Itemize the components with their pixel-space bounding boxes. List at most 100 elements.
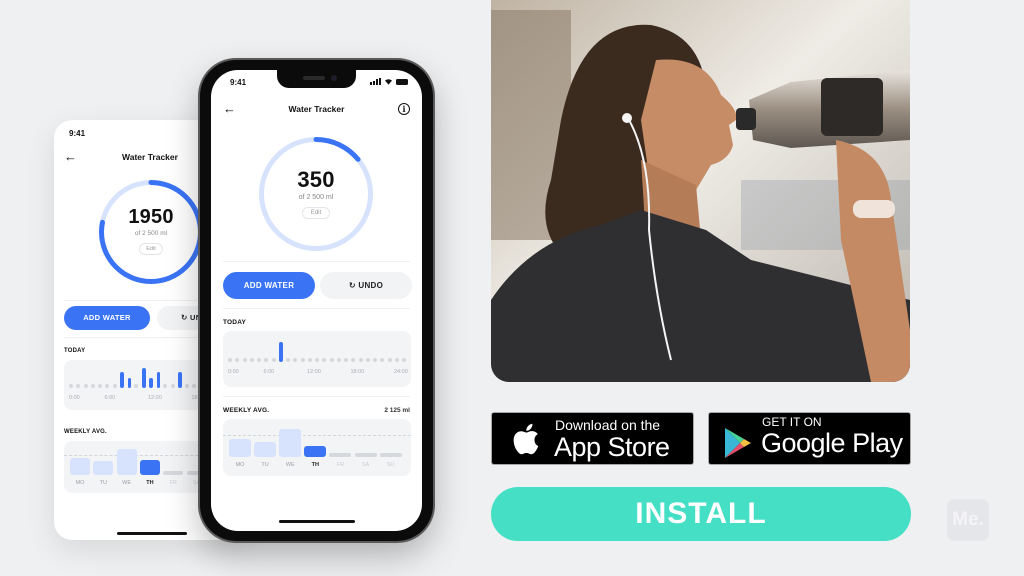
- hour-dot: [293, 358, 298, 362]
- average-line: [223, 434, 411, 436]
- screen-title: Water Tracker: [288, 104, 345, 114]
- add-water-button[interactable]: ADD WATER: [223, 272, 315, 299]
- progress-ring: 350 of 2 500 ml Edit: [259, 137, 373, 251]
- hour-tick-label: 12:00: [148, 395, 162, 401]
- divider: [223, 261, 410, 262]
- hour-dot: [242, 358, 247, 362]
- install-button[interactable]: INSTALL: [491, 487, 911, 541]
- camera-icon: [331, 75, 337, 81]
- brand-logo: Me.: [947, 499, 989, 541]
- hour-tick-label: 0:00: [69, 395, 80, 401]
- hour-bar: [127, 378, 131, 388]
- goal-label: of 2 500 ml: [134, 230, 168, 237]
- weekday-label: WE: [122, 480, 132, 486]
- hour-dot: [228, 358, 232, 362]
- hour-bar: [142, 368, 146, 388]
- info-icon[interactable]: i: [398, 103, 410, 115]
- home-indicator: [279, 520, 355, 523]
- hour-tick-label: 0:00: [228, 369, 239, 375]
- google-play-big-text: Google Play: [761, 428, 903, 458]
- weekly-label: WEEKLY AVG.: [64, 429, 107, 435]
- hour-dot: [365, 358, 370, 362]
- hour-dot: [69, 384, 73, 388]
- hour-dot: [351, 358, 356, 362]
- weekday-label: MO: [75, 480, 85, 486]
- weekly-label: WEEKLY AVG.: [223, 407, 270, 414]
- hour-dot: [264, 358, 269, 362]
- weekday-label: SU: [386, 462, 395, 468]
- weekday-label: FR: [169, 480, 177, 486]
- hour-dot: [387, 358, 392, 362]
- woman-drinking-water-image: [491, 0, 910, 382]
- weekday-bar: [279, 428, 302, 457]
- hour-dot: [322, 358, 327, 362]
- status-time: 9:41: [69, 129, 86, 138]
- edit-button[interactable]: Edit: [301, 207, 331, 219]
- hour-dot: [358, 358, 363, 362]
- phone-mockup-front: 9:41 ← Water Tracker i 350 of 2 500 ml E…: [200, 60, 433, 541]
- phone-screen: 9:41 ← Water Tracker i 350 of 2 500 ml E…: [211, 70, 422, 531]
- hour-dot: [300, 358, 305, 362]
- weekday-bar: [70, 458, 90, 475]
- battery-icon: [396, 79, 408, 85]
- hour-dot: [271, 358, 276, 362]
- today-chart: 0:00 6:00 12:00 18:00 24:00: [223, 331, 411, 387]
- hour-dot: [76, 384, 81, 388]
- google-play-small-text: GET IT ON: [762, 415, 822, 429]
- weekday-label: TU: [261, 462, 269, 468]
- today-label: TODAY: [223, 319, 247, 326]
- weekday-label: TH: [311, 462, 319, 468]
- weekday-label: TH: [146, 480, 154, 486]
- undo-label: UNDO: [358, 281, 384, 290]
- weekday-bar: [116, 449, 137, 475]
- undo-button[interactable]: ↻ UNDO: [320, 272, 412, 299]
- hour-dot: [394, 358, 399, 362]
- hour-dot: [170, 384, 175, 388]
- app-store-small-text: Download on the: [555, 417, 661, 433]
- signal-icon: [370, 78, 381, 85]
- hour-tick-label: 24:00: [394, 369, 408, 375]
- hour-dot: [90, 384, 95, 388]
- hour-dot: [185, 384, 189, 388]
- nav-bar: ← Water Tracker i: [211, 102, 422, 118]
- weekday-bar: [354, 453, 377, 457]
- app-store-badge[interactable]: Download on the App Store: [491, 412, 694, 465]
- undo-icon: ↻: [348, 281, 356, 290]
- weekly-avg-value: 2 125 ml: [384, 407, 410, 414]
- wifi-icon: [385, 79, 392, 85]
- hour-dot: [105, 384, 110, 388]
- weekday-bar: [254, 441, 277, 457]
- weekday-label: TU: [99, 480, 107, 486]
- hour-dot: [315, 358, 319, 362]
- hour-bar: [279, 342, 283, 362]
- hour-dot: [373, 358, 377, 362]
- weekday-bar: [163, 471, 184, 475]
- weekday-bar: [229, 438, 251, 457]
- hour-dot: [402, 358, 406, 362]
- hour-bar: [178, 372, 182, 388]
- google-play-badge[interactable]: GET IT ON Google Play: [708, 412, 911, 465]
- intake-value: 350: [297, 167, 335, 192]
- edit-button[interactable]: Edit: [139, 243, 163, 255]
- hour-dot: [307, 358, 312, 362]
- hour-dot: [257, 358, 261, 362]
- divider: [223, 396, 410, 397]
- weekday-label: WE: [285, 462, 295, 468]
- hour-bar: [120, 372, 124, 388]
- hour-dot: [83, 384, 88, 388]
- hour-tick-label: 12:00: [307, 369, 321, 375]
- hour-dot: [249, 358, 254, 362]
- app-store-big-text: App Store: [554, 432, 670, 462]
- weekday-bar: [139, 459, 160, 475]
- progress-ring: 1950 of 2 500 ml Edit: [99, 180, 203, 284]
- weekday-bar: [304, 445, 327, 457]
- weekday-bar: [93, 461, 114, 475]
- hero-photo: [491, 0, 910, 382]
- status-time: 9:41: [230, 78, 247, 87]
- hour-dot: [336, 358, 341, 362]
- goal-label: of 2 500 ml: [298, 194, 334, 201]
- hour-dot: [163, 384, 168, 388]
- add-water-button[interactable]: ADD WATER: [64, 306, 150, 330]
- notch: [277, 70, 356, 88]
- weekday-label: MO: [235, 462, 245, 468]
